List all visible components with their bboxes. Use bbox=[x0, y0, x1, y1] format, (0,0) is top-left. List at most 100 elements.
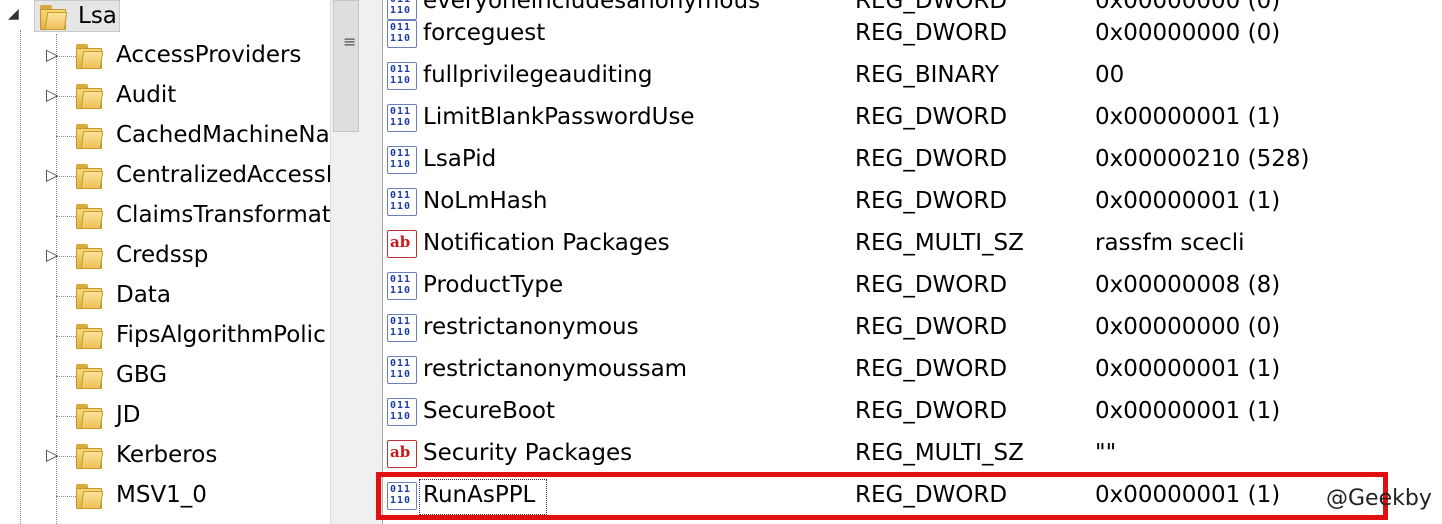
folder-icon bbox=[76, 402, 104, 430]
value-name: forceguest bbox=[423, 20, 546, 46]
pane-splitter[interactable] bbox=[360, 0, 382, 524]
value-name: fullprivilegeauditing bbox=[423, 62, 653, 88]
expand-arrow-icon[interactable]: ▷ bbox=[46, 445, 58, 464]
tree-node-label: FipsAlgorithmPolic bbox=[116, 322, 326, 348]
scrollbar-thumb[interactable]: ≡ bbox=[333, 0, 359, 132]
value-name: restrictanonymous bbox=[423, 314, 639, 340]
value-name: SecureBoot bbox=[423, 398, 556, 424]
registry-value-row[interactable]: 011 110 restrictanonymous REG_DWORD 0x00000… bbox=[383, 308, 1442, 350]
tree-node[interactable]: JD bbox=[0, 396, 330, 436]
folder-icon bbox=[76, 42, 104, 70]
tree-node-label: AccessProviders bbox=[116, 42, 302, 68]
tree-node[interactable]: ▷ Kerberos bbox=[0, 436, 330, 476]
binary-value-icon: 011 110 bbox=[387, 104, 417, 132]
value-name: Security Packages bbox=[423, 440, 633, 466]
registry-value-row[interactable]: ab Security Packages REG_MULTI_SZ "" bbox=[383, 434, 1442, 476]
registry-value-row[interactable]: 011 110 ProductType REG_DWORD 0x00000008 (8… bbox=[383, 266, 1442, 308]
registry-value-row[interactable]: 011 110 NoLmHash REG_DWORD 0x00000001 (1) bbox=[383, 182, 1442, 224]
value-type: REG_MULTI_SZ bbox=[855, 230, 1024, 256]
binary-value-icon: 011 110 bbox=[387, 62, 417, 90]
tree-node[interactable]: ClaimsTransformat bbox=[0, 196, 330, 236]
tree-scrollbar[interactable]: ≡ bbox=[330, 0, 360, 524]
tree-node-label: CentralizedAccessI bbox=[116, 162, 330, 188]
registry-value-row[interactable]: 011 110 fullprivilegeauditing REG_BINARY 00 bbox=[383, 56, 1442, 98]
tree-node[interactable]: ▷ Credssp bbox=[0, 236, 330, 276]
tree-node[interactable]: MSV1_0 bbox=[0, 476, 330, 516]
folder-icon bbox=[76, 442, 104, 470]
value-data: 0x00000210 (528) bbox=[1095, 146, 1310, 172]
folder-icon bbox=[76, 82, 104, 110]
tree-connector-line bbox=[56, 176, 76, 177]
value-name: LsaPid bbox=[423, 146, 497, 172]
value-type: REG_DWORD bbox=[855, 398, 1008, 424]
value-data: 0x00000008 (8) bbox=[1095, 272, 1281, 298]
tree-connector-line bbox=[56, 336, 76, 337]
value-data: 0x00000000 (0) bbox=[1095, 314, 1281, 340]
collapse-arrow-icon[interactable]: ◢ bbox=[8, 6, 19, 22]
registry-value-row[interactable]: 011 110 LimitBlankPasswordUse REG_DWORD 0x0… bbox=[383, 98, 1442, 140]
binary-value-icon: 011 110 bbox=[387, 398, 417, 426]
tree-node[interactable]: CachedMachineNa bbox=[0, 116, 330, 156]
folder-icon bbox=[76, 242, 104, 270]
expand-arrow-icon[interactable]: ▷ bbox=[46, 45, 58, 64]
tree-node-label: Audit bbox=[116, 82, 177, 108]
scrollbar-grip-icon: ≡ bbox=[343, 32, 357, 51]
expand-arrow-icon[interactable]: ▷ bbox=[46, 165, 58, 184]
tree-connector-line bbox=[56, 256, 76, 257]
value-name: NoLmHash bbox=[423, 188, 548, 214]
tree-connector-line bbox=[56, 96, 76, 97]
folder-icon bbox=[76, 162, 104, 190]
value-type: REG_DWORD bbox=[855, 20, 1008, 46]
tree-connector-line bbox=[56, 456, 76, 457]
value-type: REG_DWORD bbox=[855, 314, 1008, 340]
tree-node[interactable]: Data bbox=[0, 276, 330, 316]
binary-value-icon: 011 110 bbox=[387, 314, 417, 342]
value-type: REG_DWORD bbox=[855, 272, 1008, 298]
tree-node[interactable]: FipsAlgorithmPolic bbox=[0, 316, 330, 356]
registry-values-list: 011 110 everyoneincludesanonymous REG_DWOR… bbox=[382, 0, 1442, 524]
value-data: 00 bbox=[1095, 62, 1125, 88]
string-value-icon: ab bbox=[387, 440, 417, 468]
binary-value-icon: 011 110 bbox=[387, 356, 417, 384]
tree-node[interactable]: ▷ Audit bbox=[0, 76, 330, 116]
tree-node-lsa[interactable]: ◢ Lsa bbox=[0, 0, 330, 34]
tree-node[interactable]: GBG bbox=[0, 356, 330, 396]
tree-connector-line bbox=[56, 496, 76, 497]
registry-value-row[interactable]: 011 110 restrictanonymoussam REG_DWORD 0x00… bbox=[383, 350, 1442, 392]
value-name: everyoneincludesanonymous bbox=[423, 0, 761, 14]
value-data: rassfm scecli bbox=[1095, 230, 1245, 256]
registry-value-row[interactable]: 011 110 SecureBoot REG_DWORD 0x00000001 (1) bbox=[383, 392, 1442, 434]
tree-connector-line bbox=[56, 296, 76, 297]
value-type: REG_DWORD bbox=[855, 146, 1008, 172]
registry-value-row[interactable]: ab Notification Packages REG_MULTI_SZ rassf… bbox=[383, 224, 1442, 266]
value-data: 0x00000001 (1) bbox=[1095, 104, 1281, 130]
tree-node-label: Kerberos bbox=[116, 442, 218, 468]
folder-icon bbox=[76, 322, 104, 350]
registry-value-row[interactable]: 011 110 forceguest REG_DWORD 0x00000000 (0) bbox=[383, 14, 1442, 56]
binary-value-icon: 011 110 bbox=[387, 188, 417, 216]
tree-node[interactable]: ▷ AccessProviders bbox=[0, 36, 330, 76]
expand-arrow-icon[interactable]: ▷ bbox=[46, 85, 58, 104]
folder-icon bbox=[76, 122, 104, 150]
value-name: LimitBlankPasswordUse bbox=[423, 104, 695, 130]
tree-connector-line bbox=[56, 56, 76, 57]
value-data: 0x00000001 (1) bbox=[1095, 188, 1281, 214]
folder-icon bbox=[76, 202, 104, 230]
value-data: 0x00000001 (1) bbox=[1095, 356, 1281, 382]
tree-node-label: JD bbox=[116, 402, 141, 428]
value-name: Notification Packages bbox=[423, 230, 670, 256]
expand-arrow-icon[interactable]: ▷ bbox=[46, 245, 58, 264]
tree-node-label: Lsa bbox=[78, 3, 117, 29]
value-type: REG_MULTI_SZ bbox=[855, 440, 1024, 466]
string-value-icon: ab bbox=[387, 230, 417, 258]
registry-key-tree: ◢ Lsa ▷ AccessProviders ▷ Audit CachedMachineN… bbox=[0, 0, 330, 524]
tree-node-label: GBG bbox=[116, 362, 168, 388]
tree-node-label: ClaimsTransformat bbox=[116, 202, 330, 228]
tree-node-label: Credssp bbox=[116, 242, 209, 268]
value-type: REG_DWORD bbox=[855, 104, 1008, 130]
value-type: REG_DWORD bbox=[855, 0, 1008, 14]
value-type: REG_DWORD bbox=[855, 188, 1008, 214]
tree-node[interactable]: ▷ CentralizedAccessI bbox=[0, 156, 330, 196]
binary-value-icon: 011 110 bbox=[387, 272, 417, 300]
registry-value-row[interactable]: 011 110 LsaPid REG_DWORD 0x00000210 (528) bbox=[383, 140, 1442, 182]
